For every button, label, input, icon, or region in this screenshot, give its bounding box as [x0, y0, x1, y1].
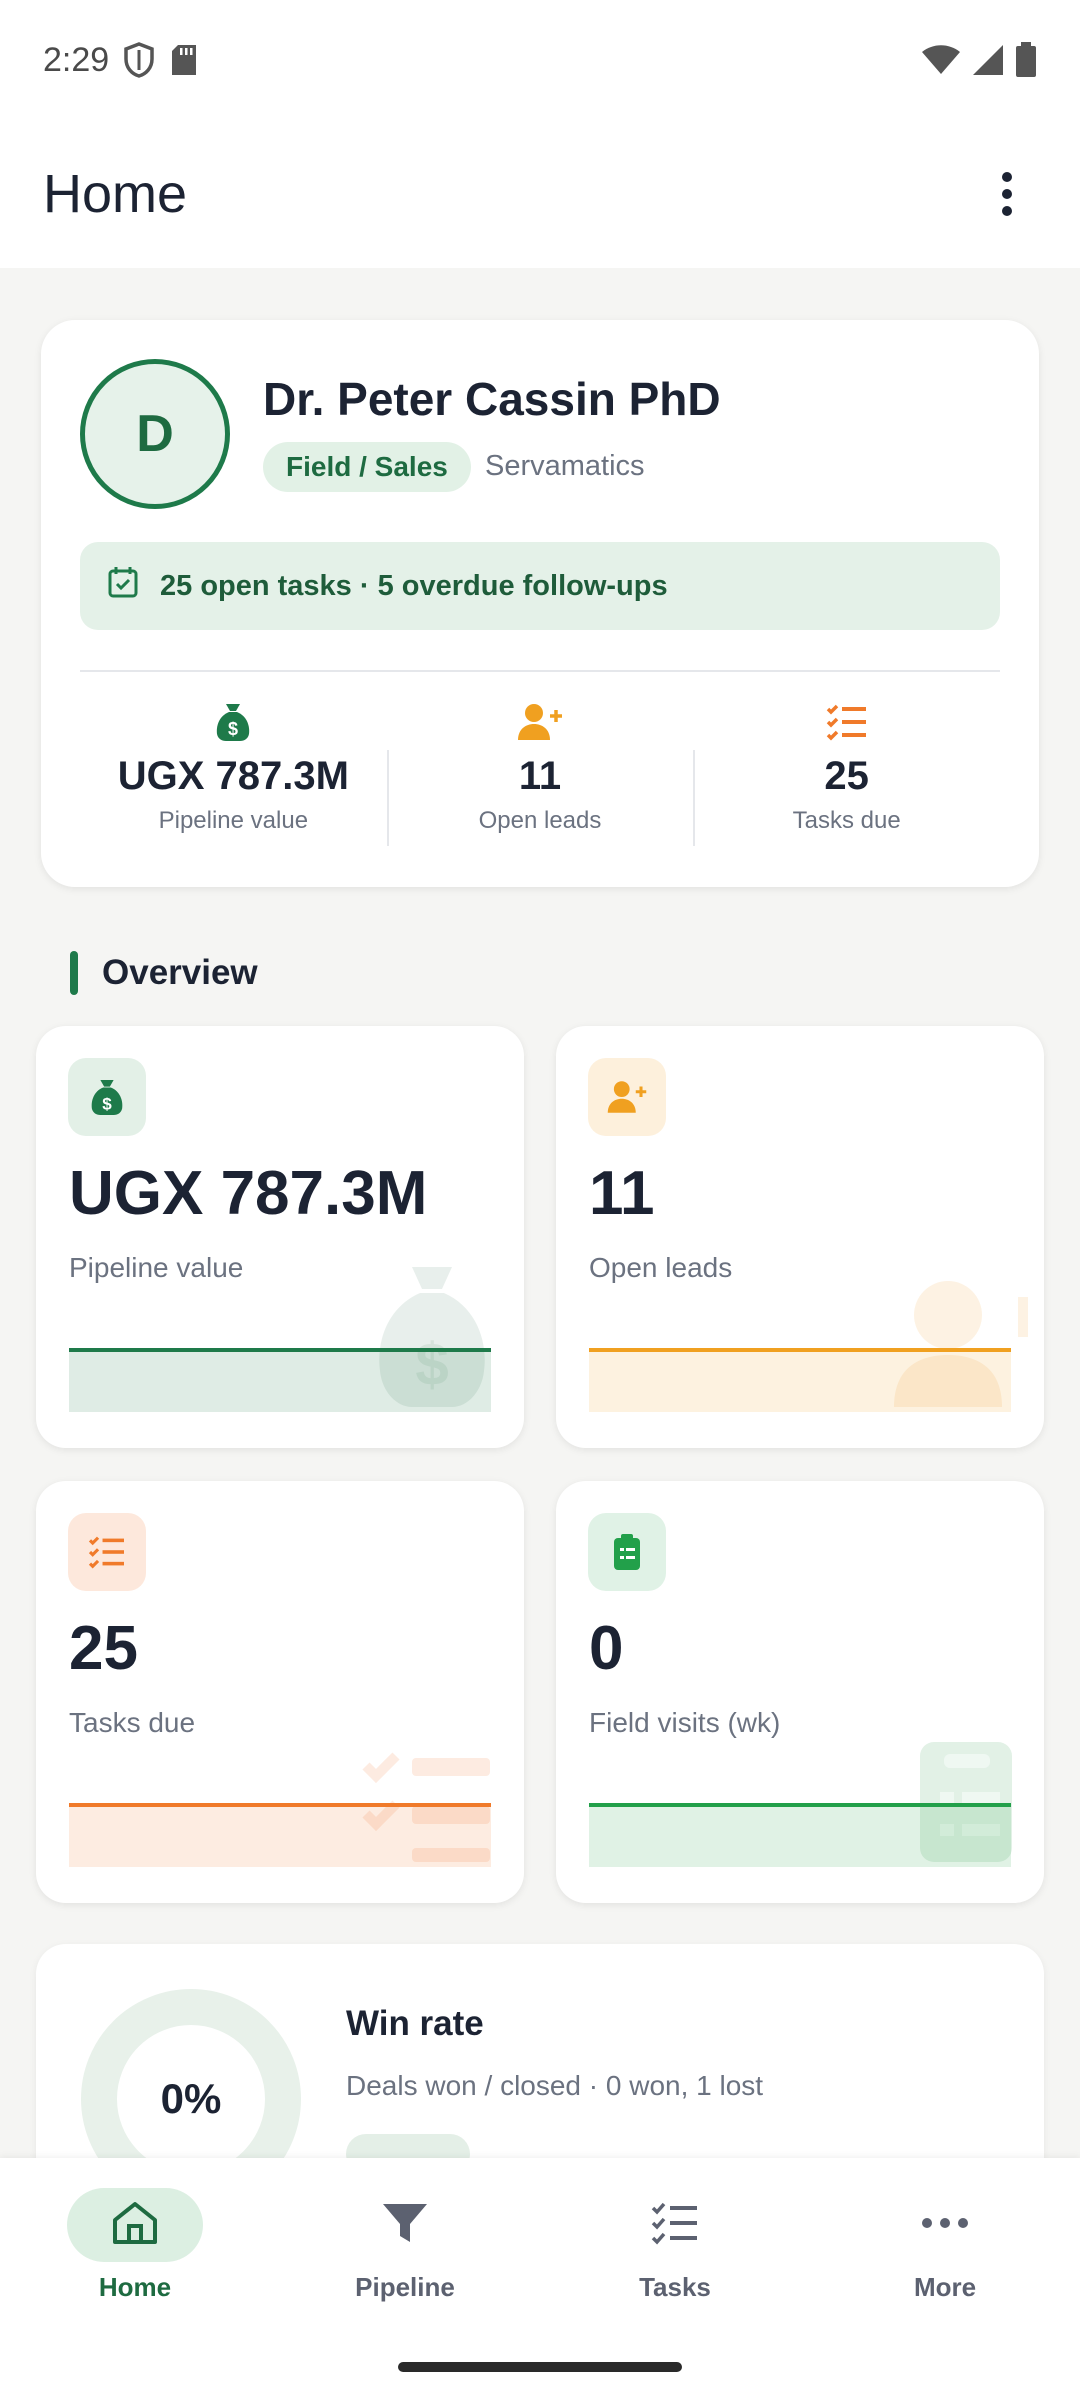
metric-label: Open leads — [589, 1252, 733, 1283]
stat-open-leads: 11 Open leads — [386, 700, 694, 850]
stat-value: UGX 787.3M — [117, 754, 349, 798]
company-name: Servamatics — [485, 450, 645, 482]
metric-label: Pipeline value — [69, 1252, 244, 1283]
battery-icon — [1015, 42, 1037, 78]
win-rate-card[interactable]: 0% Win rate Deals won / closed · 0 won, … — [36, 1944, 1044, 2164]
role-chip: Field / Sales — [263, 442, 471, 492]
filter-icon — [381, 2200, 429, 2251]
add-person-icon — [588, 1058, 666, 1136]
profile-name: Dr. Peter Cassin PhD — [263, 373, 721, 425]
avatar: D — [80, 359, 230, 509]
metric-value: 0 — [589, 1614, 624, 1683]
stat-tasks-due: 25 Tasks due — [693, 700, 1000, 850]
clipboard-icon — [588, 1513, 666, 1591]
signal-icon — [971, 43, 1005, 77]
calendar-check-icon — [106, 565, 140, 607]
money-bag-icon: $ — [214, 700, 252, 744]
win-rate-title: Win rate — [346, 2004, 484, 2043]
more-horizontal-icon — [921, 2216, 969, 2235]
svg-text:$: $ — [102, 1094, 112, 1113]
status-time: 2:29 — [43, 40, 110, 79]
sd-card-icon — [169, 43, 199, 77]
win-rate-value: 0% — [160, 2075, 222, 2122]
nav-item-pipeline[interactable]: Pipeline — [270, 2188, 540, 2318]
shield-icon — [123, 42, 155, 78]
checklist-icon — [826, 700, 868, 744]
nav-item-more[interactable]: More — [810, 2188, 1080, 2318]
task-list-icon — [651, 2201, 699, 2250]
page-title: Home — [43, 164, 188, 224]
metric-value: 11 — [589, 1159, 655, 1228]
nav-label: Home — [98, 2272, 172, 2302]
nav-pill — [337, 2188, 473, 2262]
stat-value: 25 — [824, 754, 869, 798]
sparkline — [589, 1348, 1011, 1412]
more-vertical-icon[interactable] — [977, 164, 1037, 224]
divider — [80, 670, 1000, 672]
sparkline — [589, 1803, 1011, 1867]
profile-stats: $ UGX 787.3M Pipeline value 11 Open lead… — [80, 700, 1000, 850]
metric-card-open-leads[interactable]: 11 Open leads — [556, 1026, 1044, 1448]
metric-card-tasks-due[interactable]: 25 Tasks due — [36, 1481, 524, 1903]
gesture-home-indicator[interactable] — [398, 2362, 682, 2372]
overview-header: Overview — [70, 950, 258, 996]
nav-item-tasks[interactable]: Tasks — [540, 2188, 810, 2318]
profile-card[interactable]: D Dr. Peter Cassin PhD Field / Sales Ser… — [41, 320, 1039, 887]
app-bar: Home — [0, 120, 1080, 268]
add-person-icon — [516, 700, 564, 744]
status-bar: 2:29 — [0, 0, 1080, 120]
nav-item-home[interactable]: Home — [0, 2188, 270, 2318]
svg-text:$: $ — [228, 719, 238, 739]
checklist-icon — [68, 1513, 146, 1591]
nav-label: Pipeline — [355, 2272, 455, 2302]
win-rate-subtitle: Deals won / closed · 0 won, 1 lost — [346, 2070, 764, 2101]
metric-value: 25 — [69, 1614, 138, 1683]
sparkline — [69, 1803, 491, 1867]
money-bag-icon: $ — [68, 1058, 146, 1136]
nav-label: Tasks — [639, 2272, 711, 2302]
metric-card-pipeline-value[interactable]: $ UGX 787.3M Pipeline value $ — [36, 1026, 524, 1448]
nav-label: More — [913, 2272, 977, 2302]
stat-label: Open leads — [478, 807, 602, 834]
stat-label: Tasks due — [792, 807, 901, 834]
stat-pipeline-value: $ UGX 787.3M Pipeline value — [80, 700, 387, 850]
metric-label: Tasks due — [69, 1707, 196, 1738]
overview-title: Overview — [102, 953, 258, 992]
nav-pill — [877, 2188, 1013, 2262]
metric-label: Field visits (wk) — [589, 1707, 781, 1738]
home-icon — [111, 2200, 159, 2251]
stat-label: Pipeline value — [158, 807, 309, 834]
metric-value: UGX 787.3M — [69, 1159, 428, 1228]
sparkline — [69, 1348, 491, 1412]
section-accent-bar — [70, 951, 78, 995]
nav-pill — [67, 2188, 203, 2262]
metric-card-field-visits[interactable]: 0 Field visits (wk) — [556, 1481, 1044, 1903]
tasks-banner[interactable]: 25 open tasks · 5 overdue follow-ups — [80, 542, 1000, 630]
nav-pill — [607, 2188, 743, 2262]
stat-value: 11 — [518, 754, 562, 798]
tasks-banner-text: 25 open tasks · 5 overdue follow-ups — [160, 569, 668, 602]
wifi-icon — [921, 44, 961, 76]
